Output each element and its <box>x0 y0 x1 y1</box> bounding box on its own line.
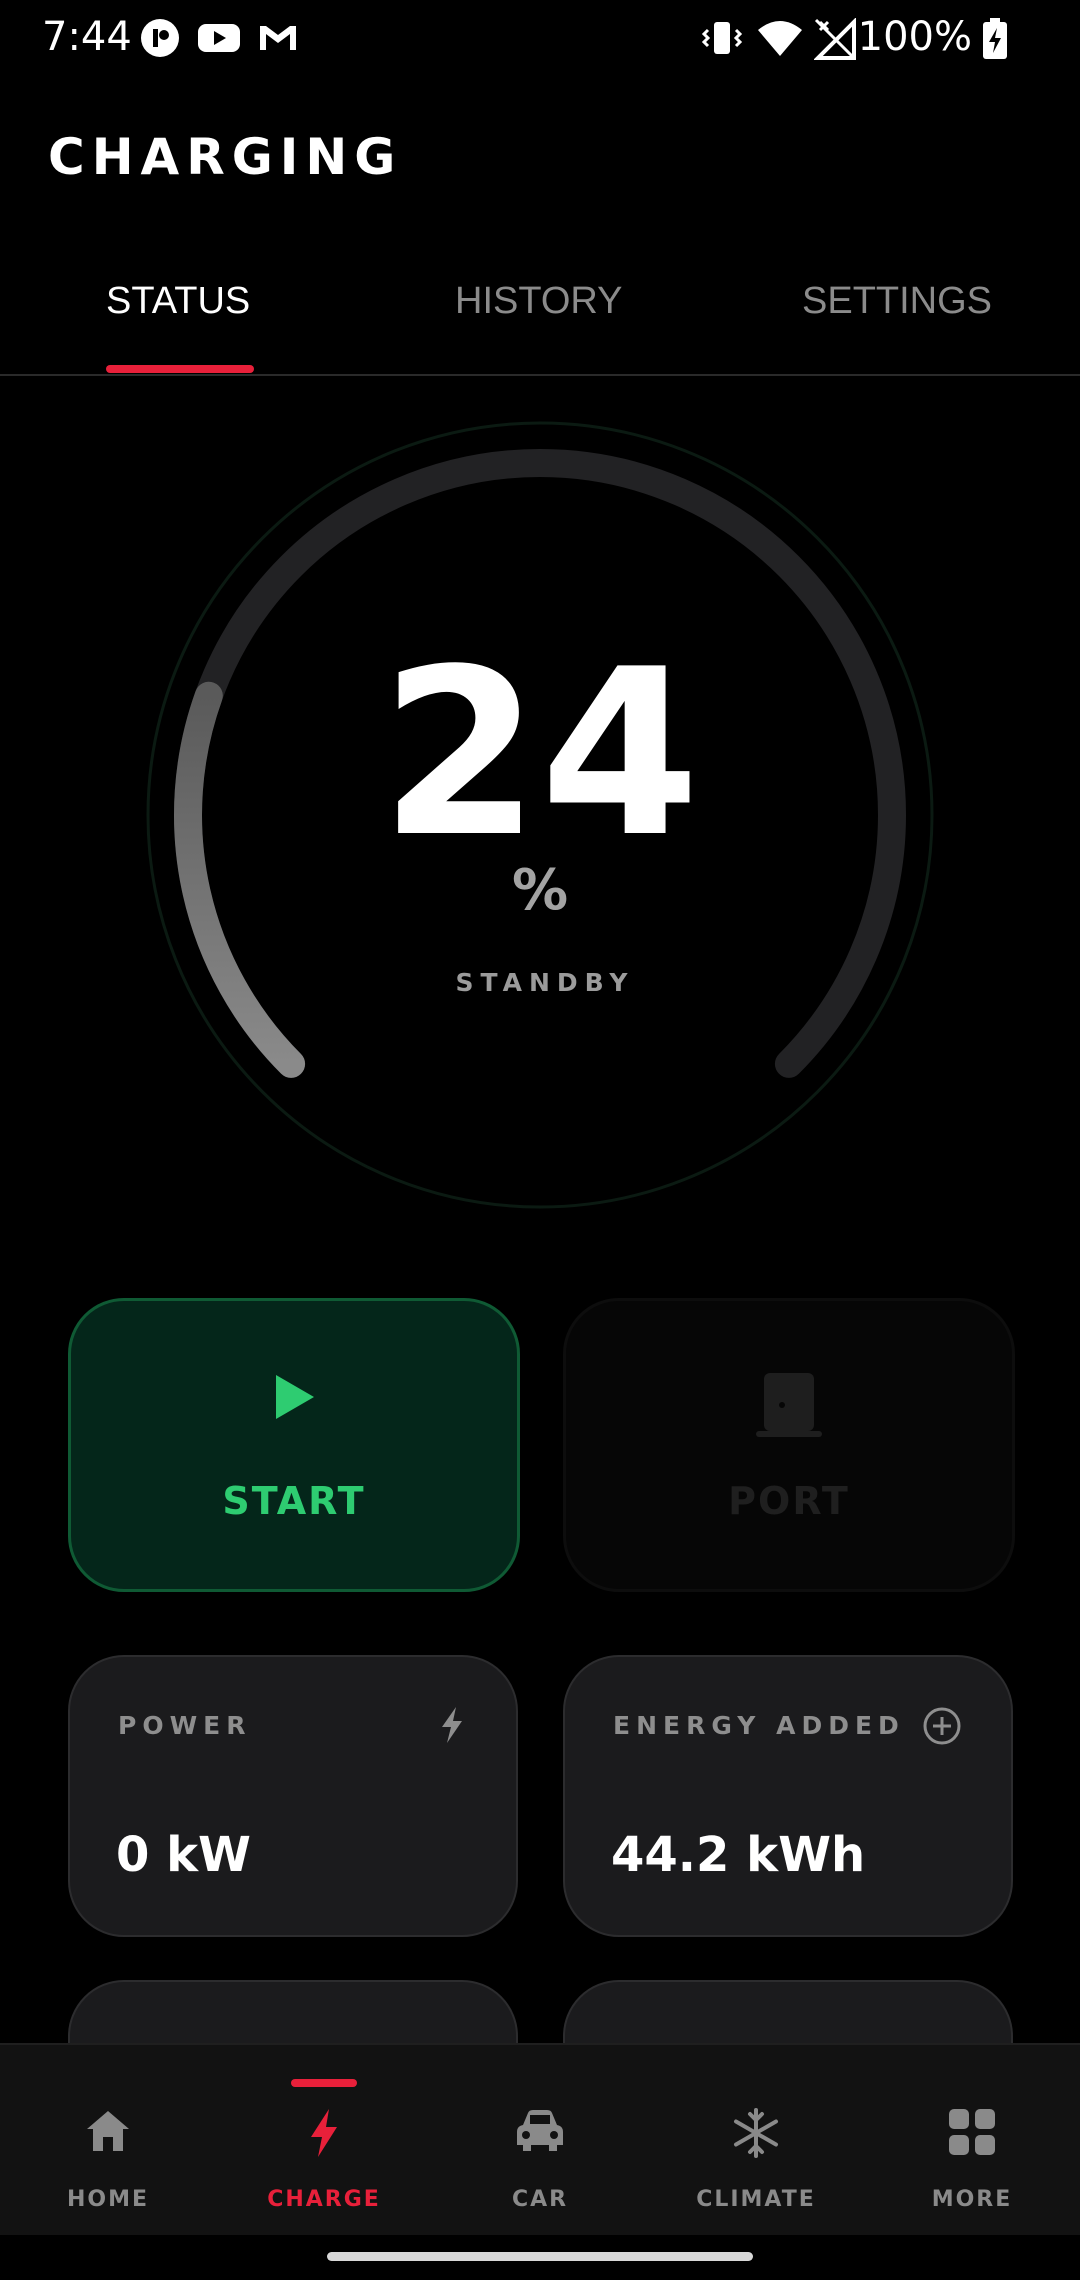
nav-home[interactable]: HOME <box>0 2045 216 2235</box>
energy-added-card[interactable]: ENERGY ADDED 44.2 kWh <box>563 1655 1013 1937</box>
signal-icon <box>814 18 856 60</box>
status-bar: 7:44 100% <box>0 0 1080 80</box>
power-card[interactable]: POWER 0 kW <box>68 1655 518 1937</box>
home-indicator-bar[interactable] <box>327 2252 753 2261</box>
battery-charging-icon <box>983 18 1007 59</box>
nav-charge-label: CHARGE <box>267 2187 381 2212</box>
status-time: 7:44 <box>42 14 132 60</box>
start-charging-button[interactable]: START <box>68 1298 520 1592</box>
start-label: START <box>222 1479 366 1523</box>
nav-climate-label: CLIMATE <box>696 2187 816 2212</box>
port-label: PORT <box>728 1479 850 1523</box>
active-tab-indicator <box>106 365 254 373</box>
lightning-icon <box>311 2109 337 2157</box>
snowflake-icon <box>734 2108 778 2158</box>
nav-car[interactable]: CAR <box>432 2045 648 2235</box>
gauge-level-arc <box>174 681 306 1078</box>
nav-car-label: CAR <box>511 2187 569 2212</box>
active-nav-indicator <box>291 2079 357 2087</box>
page-title: CHARGING <box>48 128 403 186</box>
energy-added-label: ENERGY ADDED <box>613 1711 905 1740</box>
car-icon <box>517 2110 563 2151</box>
energy-added-value: 44.2 kWh <box>611 1827 866 1883</box>
nav-charge[interactable]: CHARGE <box>216 2045 432 2235</box>
home-icon <box>87 2111 129 2151</box>
tab-bar: STATUS HISTORY SETTINGS <box>0 250 1080 376</box>
bottom-navigation: HOME CHARGE CAR CLIMATE MORE <box>0 2043 1080 2235</box>
charge-port-icon <box>756 1373 822 1437</box>
battery-percent: 100% <box>857 14 972 60</box>
charge-status: STANDBY <box>455 968 635 997</box>
power-label: POWER <box>118 1711 252 1740</box>
youtube-icon <box>198 24 240 52</box>
tab-settings[interactable]: SETTINGS <box>802 280 992 323</box>
add-circle-icon <box>923 1707 961 1745</box>
nav-more[interactable]: MORE <box>864 2045 1080 2235</box>
charge-percent-unit: % <box>511 858 569 923</box>
grid-icon <box>949 2109 995 2155</box>
nav-more-label: MORE <box>931 2187 1013 2212</box>
tab-status[interactable]: STATUS <box>106 280 250 323</box>
nav-climate[interactable]: CLIMATE <box>648 2045 864 2235</box>
nav-home-label: HOME <box>66 2187 150 2212</box>
wifi-icon <box>758 21 802 56</box>
charge-percent-value: 24 <box>379 621 701 888</box>
vibrate-icon <box>701 22 743 54</box>
charge-port-button[interactable]: PORT <box>563 1298 1015 1592</box>
gmail-icon <box>260 26 296 50</box>
play-icon <box>276 1375 314 1419</box>
app-icon <box>141 19 179 57</box>
tab-history[interactable]: HISTORY <box>455 280 623 323</box>
lightning-icon <box>442 1707 462 1743</box>
power-value: 0 kW <box>116 1827 251 1883</box>
